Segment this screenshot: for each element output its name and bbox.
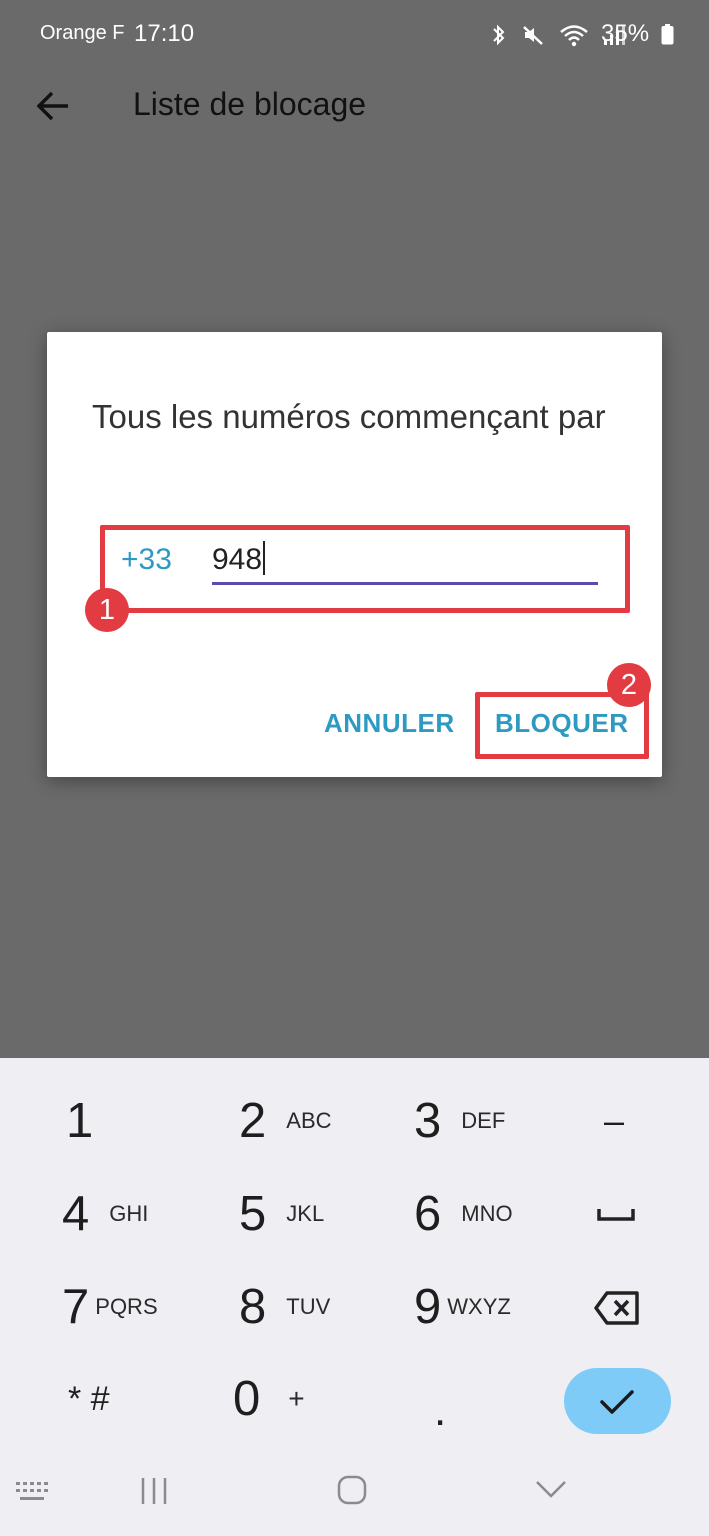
status-time: 17:10 (134, 20, 195, 47)
key-digit: 2 (239, 1094, 267, 1148)
key-star-hash-label: * # (68, 1379, 110, 1418)
arrow-left-icon[interactable] (34, 86, 74, 126)
block-button[interactable]: BLOQUER (495, 708, 629, 739)
key-4[interactable]: 4 GHI (62, 1179, 148, 1249)
done-key[interactable] (564, 1368, 671, 1434)
key-3[interactable]: 3 DEF (414, 1086, 505, 1156)
key-digit: 3 (414, 1094, 442, 1148)
block-prefix-dialog: Tous les numéros commençant par +33 1 AN… (47, 332, 662, 777)
key-digit: 8 (239, 1280, 267, 1334)
key-backspace[interactable] (592, 1288, 642, 1328)
key-dot[interactable]: . (434, 1376, 446, 1446)
key-9[interactable]: 9 WXYZ (414, 1272, 511, 1342)
key-digit: 9 (414, 1280, 442, 1334)
text-caret (263, 541, 265, 575)
page-title: Liste de blocage (133, 86, 367, 122)
number-prefix-input[interactable] (212, 538, 598, 585)
country-code-prefix: +33 (121, 543, 172, 576)
bluetooth-icon (493, 24, 505, 46)
key-letters: JKL (286, 1201, 325, 1226)
key-digit: 6 (414, 1187, 442, 1241)
key-digit: 4 (62, 1187, 90, 1241)
keyboard-grid-icon[interactable] (14, 1480, 50, 1504)
key-2[interactable]: 2 ABC (239, 1086, 332, 1156)
key-digit: 7 (62, 1280, 90, 1334)
key-letters: TUV (286, 1294, 331, 1319)
annotation-marker-2: 2 (607, 663, 651, 707)
key-minus[interactable]: – (604, 1086, 624, 1156)
key-star-hash[interactable]: * # (68, 1364, 110, 1434)
key-space[interactable] (594, 1196, 638, 1232)
backspace-icon (594, 1291, 639, 1325)
key-dot-label: . (434, 1386, 447, 1435)
key-5[interactable]: 5 JKL (239, 1179, 324, 1249)
home-icon[interactable] (336, 1474, 368, 1506)
key-8[interactable]: 8 TUV (239, 1272, 330, 1342)
key-digit: 0 (233, 1372, 261, 1426)
space-icon (597, 1209, 635, 1221)
screen: Orange F 17:10 35% Liste de blocage Tous… (0, 0, 709, 1536)
dialog-title: Tous les numéros commençant par (92, 398, 606, 435)
cancel-button[interactable]: ANNULER (324, 708, 455, 739)
annotation-marker-1: 1 (85, 588, 129, 632)
recents-icon[interactable] (138, 1476, 170, 1506)
key-letters: MNO (461, 1201, 513, 1226)
key-0[interactable]: 0 + (233, 1364, 305, 1434)
battery-icon (661, 24, 674, 45)
key-letters: ABC (286, 1108, 332, 1133)
mute-icon (523, 26, 543, 45)
key-letters: DEF (461, 1108, 506, 1133)
key-letters: PQRS (95, 1294, 158, 1319)
key-6[interactable]: 6 MNO (414, 1179, 513, 1249)
navigation-bar (0, 1450, 709, 1536)
key-letters: WXYZ (447, 1294, 511, 1319)
key-digit: 5 (239, 1187, 267, 1241)
key-7[interactable]: 7 PQRS (62, 1272, 158, 1342)
key-1[interactable]: 1 (66, 1086, 93, 1156)
carrier-name: Orange F (40, 22, 125, 44)
key-letters: GHI (109, 1201, 149, 1226)
battery-percent: 35% (601, 20, 650, 47)
status-bar: Orange F 17:10 35% (0, 0, 709, 70)
key-digit: 1 (66, 1094, 94, 1148)
key-minus-label: – (604, 1100, 625, 1141)
back-chevron-icon[interactable] (534, 1478, 568, 1500)
checkmark-icon (600, 1390, 634, 1414)
wifi-icon (560, 25, 588, 47)
key-letters: + (288, 1383, 305, 1414)
